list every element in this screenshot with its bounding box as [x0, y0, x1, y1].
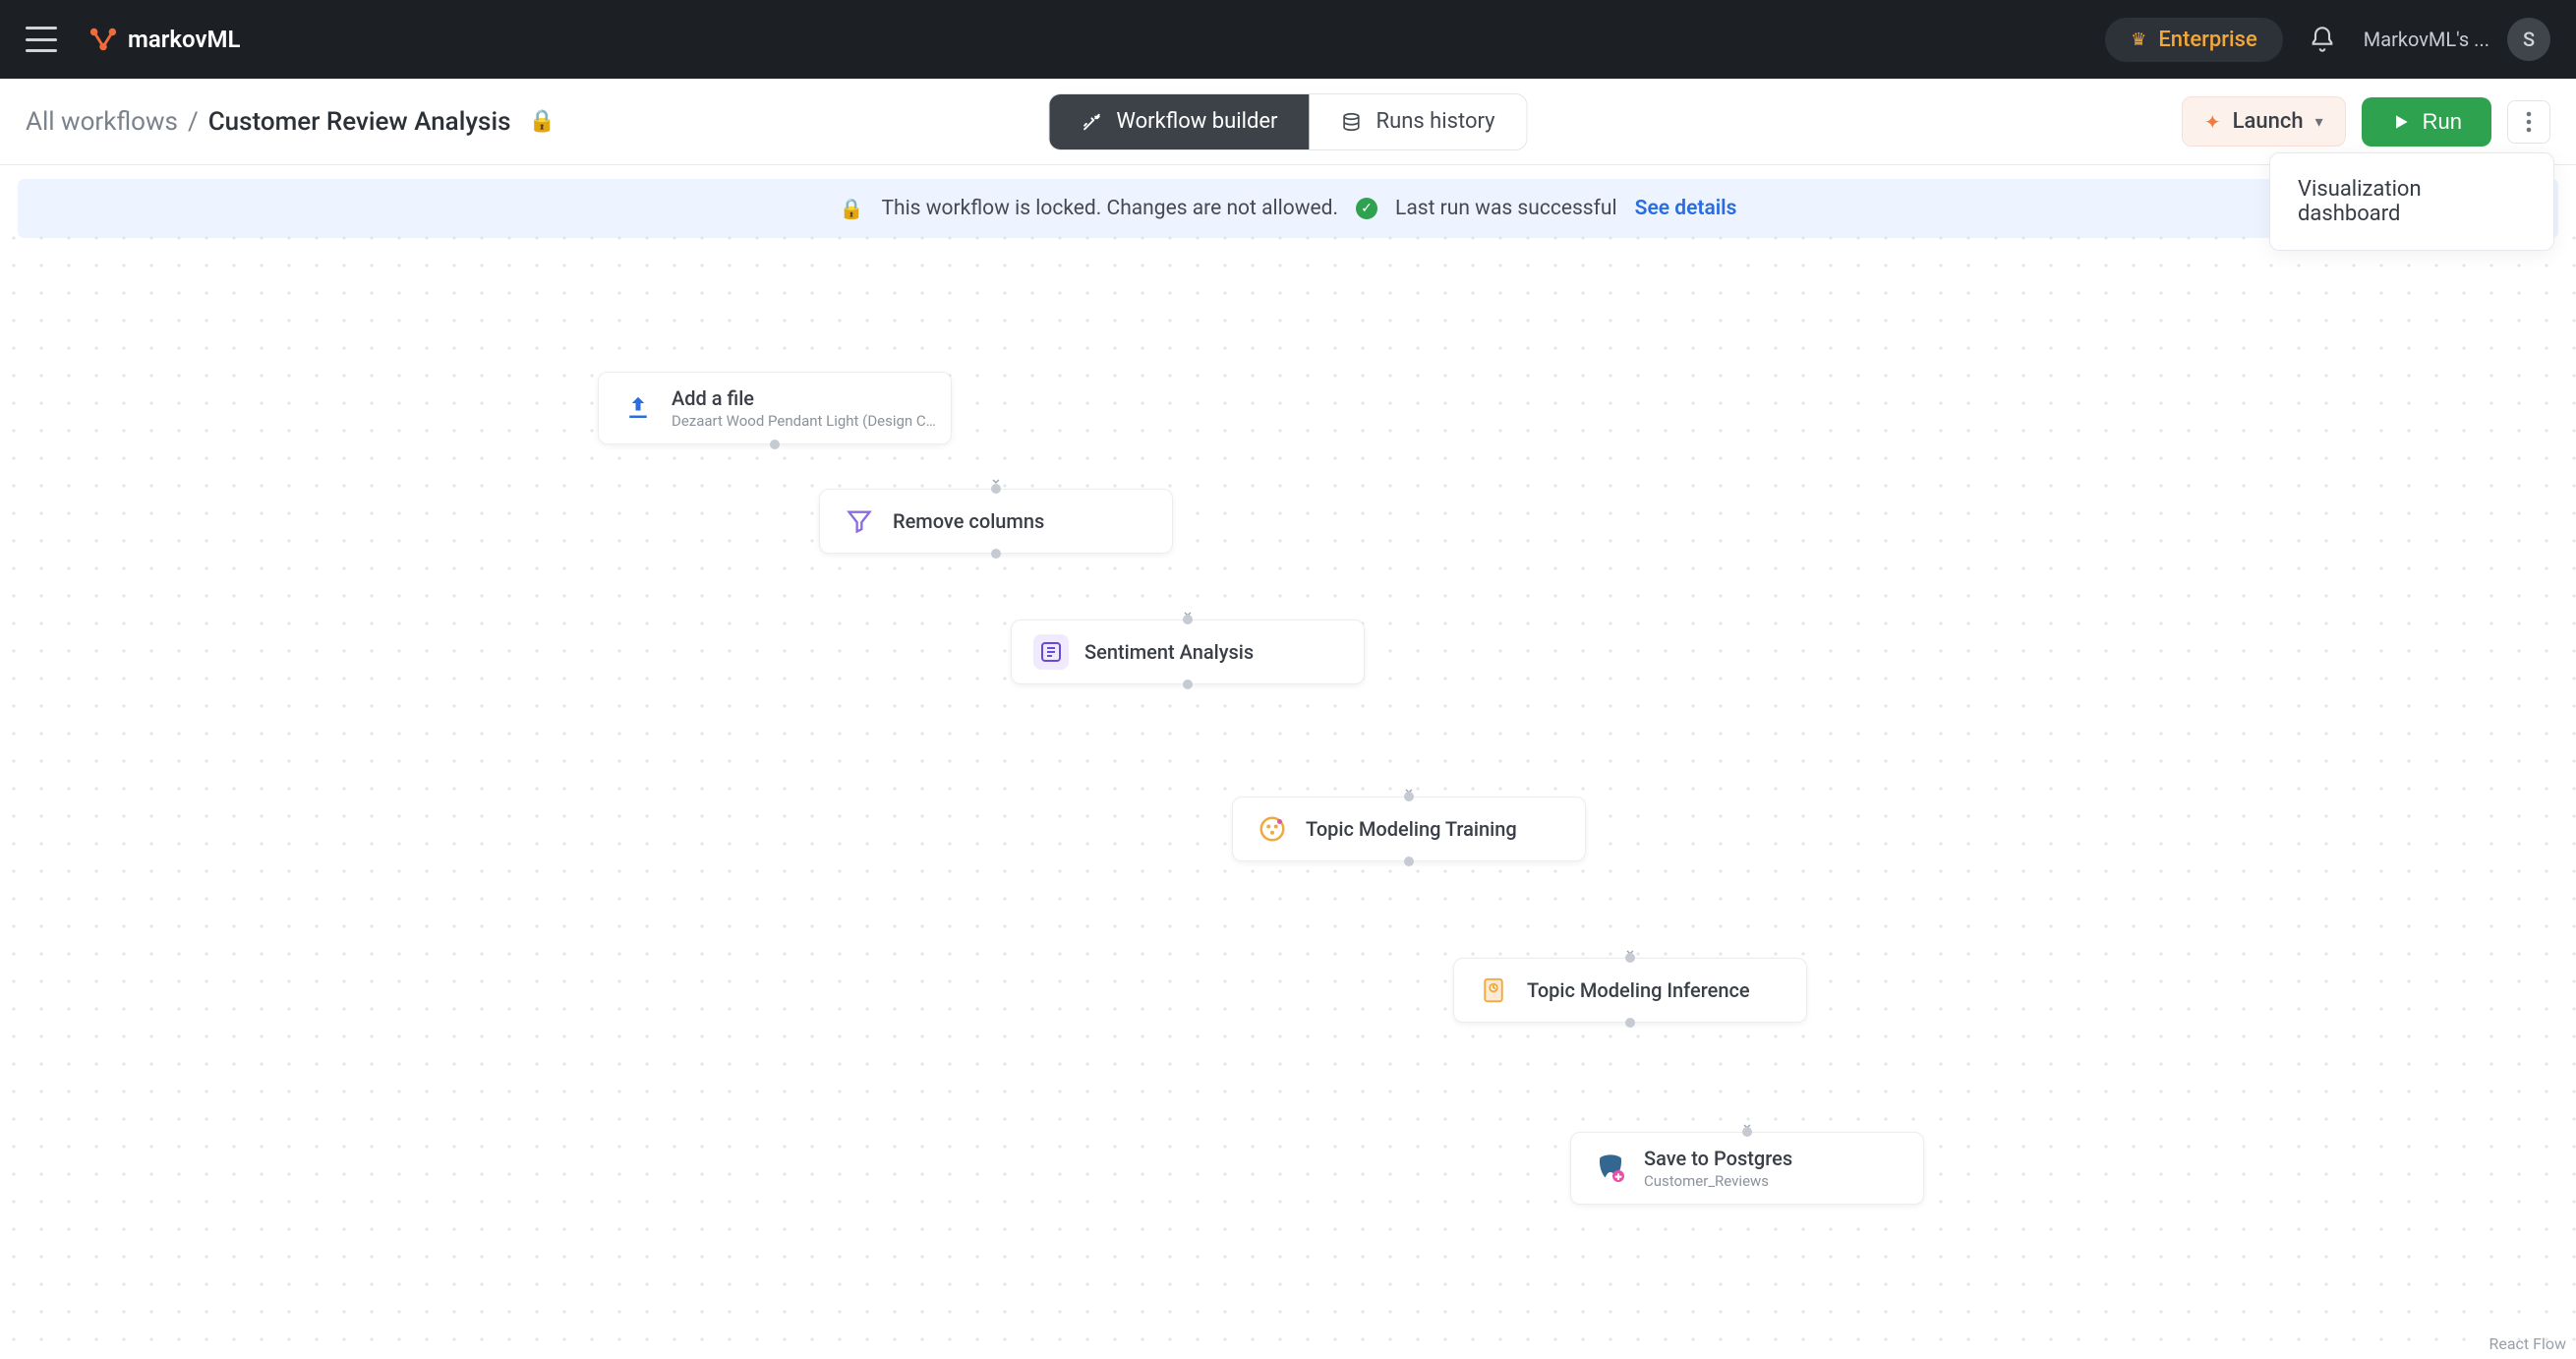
output-port[interactable]	[1404, 857, 1414, 866]
node-sentiment-analysis[interactable]: Sentiment Analysis	[1011, 620, 1365, 684]
node-title: Sentiment Analysis	[1084, 640, 1254, 664]
input-port[interactable]	[1625, 953, 1635, 963]
wand-icon	[1081, 111, 1102, 133]
last-run-message: Last run was successful	[1395, 197, 1617, 220]
menu-toggle-button[interactable]	[26, 27, 57, 52]
lock-icon: 🔒	[528, 109, 555, 134]
upload-icon	[620, 390, 656, 426]
node-title: Remove columns	[893, 509, 1044, 533]
visualization-dashboard-item[interactable]: Visualization dashboard	[2270, 159, 2553, 244]
logo-mark-icon	[88, 25, 118, 54]
tab-workflow-builder-label: Workflow builder	[1116, 109, 1277, 134]
tab-runs-history-label: Runs history	[1376, 109, 1495, 134]
avatar[interactable]: S	[2507, 18, 2550, 61]
input-port[interactable]	[1183, 615, 1193, 624]
node-topic-modeling-training[interactable]: Topic Modeling Training	[1232, 797, 1586, 861]
tab-runs-history[interactable]: Runs history	[1310, 94, 1527, 149]
edge-layer	[0, 224, 295, 372]
more-actions-popover: Visualization dashboard	[2269, 152, 2554, 251]
breadcrumb-leaf: Customer Review Analysis	[208, 107, 511, 137]
sentiment-icon	[1033, 634, 1069, 670]
input-port[interactable]	[1404, 792, 1414, 801]
launch-button[interactable]: ✦ Launch ▾	[2182, 96, 2346, 147]
org-name[interactable]: MarkovML's ...	[2364, 28, 2489, 51]
topic-inference-icon	[1476, 973, 1511, 1008]
topbar: markovML ♛ Enterprise MarkovML's ... S	[0, 0, 2576, 79]
postgres-icon	[1593, 1151, 1628, 1186]
filter-icon	[842, 503, 877, 539]
run-label: Run	[2423, 109, 2462, 135]
database-icon	[1341, 111, 1363, 133]
node-subtitle: Customer_Reviews	[1644, 1172, 1792, 1190]
launch-label: Launch	[2233, 109, 2304, 134]
play-icon	[2391, 112, 2411, 132]
avatar-letter: S	[2523, 28, 2535, 51]
node-add-file[interactable]: Add a file Dezaart Wood Pendant Light (D…	[598, 372, 952, 444]
topic-training-icon	[1255, 811, 1290, 847]
breadcrumb-root[interactable]: All workflows	[26, 107, 178, 137]
brand-name: markovML	[128, 26, 240, 53]
tab-workflow-builder[interactable]: Workflow builder	[1049, 94, 1309, 149]
enterprise-label: Enterprise	[2158, 28, 2256, 52]
input-port[interactable]	[1742, 1127, 1752, 1137]
notifications-icon[interactable]	[2309, 26, 2336, 53]
workflow-canvas[interactable]: ⌄ ⌄ ⌄ ⌄ ⌄ Add a file Dezaart Wood Pendan…	[0, 224, 2576, 1359]
see-details-link[interactable]: See details	[1635, 197, 1737, 220]
locked-message: This workflow is locked. Changes are not…	[881, 197, 1338, 220]
sparkle-icon: ✦	[2204, 110, 2221, 134]
dots-vertical-icon	[2526, 111, 2532, 133]
toolbar-actions: ✦ Launch ▾ Run Visualization dashboard	[2182, 96, 2550, 147]
output-port[interactable]	[1183, 680, 1193, 689]
node-title: Save to Postgres	[1644, 1147, 1792, 1170]
output-port[interactable]	[770, 440, 780, 449]
node-title: Add a file	[672, 386, 937, 410]
node-subtitle: Dezaart Wood Pendant Light (Design Compa…	[672, 412, 937, 430]
breadcrumb-separator: /	[188, 107, 199, 137]
lock-icon: 🔒	[840, 197, 864, 220]
view-tabs: Workflow builder Runs history	[1048, 93, 1527, 150]
node-save-postgres[interactable]: Save to Postgres Customer_Reviews	[1570, 1132, 1924, 1205]
enterprise-badge[interactable]: ♛ Enterprise	[2105, 18, 2283, 62]
run-button[interactable]: Run	[2362, 97, 2491, 147]
chevron-down-icon: ▾	[2315, 112, 2323, 131]
page-toolbar: All workflows / Customer Review Analysis…	[0, 79, 2576, 165]
crown-icon: ♛	[2131, 30, 2146, 50]
output-port[interactable]	[1625, 1018, 1635, 1028]
breadcrumb: All workflows / Customer Review Analysis…	[26, 107, 556, 137]
node-topic-modeling-inference[interactable]: Topic Modeling Inference	[1453, 958, 1807, 1023]
more-actions-button[interactable]	[2507, 100, 2550, 144]
input-port[interactable]	[991, 484, 1001, 494]
node-title: Topic Modeling Inference	[1527, 978, 1750, 1002]
node-title: Topic Modeling Training	[1306, 817, 1517, 841]
react-flow-attribution: React Flow	[2488, 1334, 2566, 1353]
output-port[interactable]	[991, 549, 1001, 559]
check-circle-icon: ✓	[1356, 198, 1377, 219]
brand-logo[interactable]: markovML	[88, 25, 240, 54]
node-remove-columns[interactable]: Remove columns	[819, 489, 1173, 554]
